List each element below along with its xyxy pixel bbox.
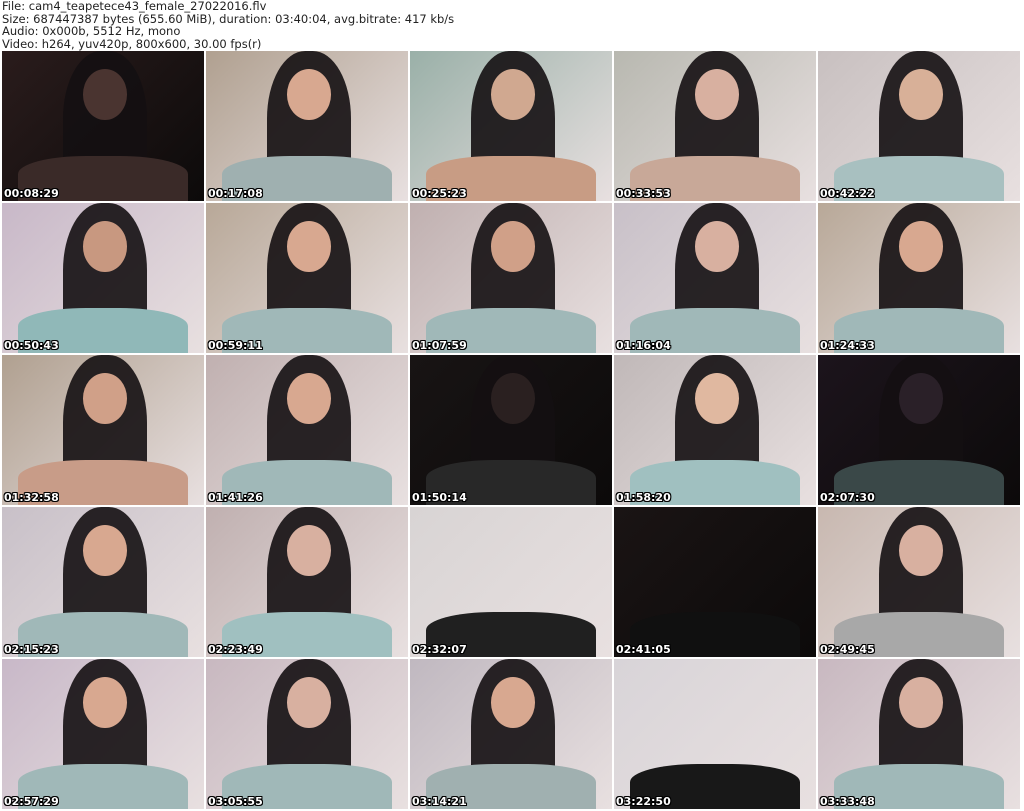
timestamp: 03:22:50 — [616, 795, 671, 808]
frame-face — [286, 373, 332, 424]
frame-face — [694, 69, 740, 120]
frame-face — [82, 525, 128, 576]
video-thumbnail: 03:14:21 — [410, 659, 612, 809]
timestamp: 02:32:07 — [412, 643, 467, 656]
frame-face — [286, 525, 332, 576]
frame-face — [694, 373, 740, 424]
video-thumbnail: 00:59:11 — [206, 203, 408, 353]
frame-face — [82, 69, 128, 120]
frame-face — [898, 69, 944, 120]
frame-face — [490, 677, 536, 728]
timestamp: 02:57:29 — [4, 795, 59, 808]
video-thumbnail: 01:07:59 — [410, 203, 612, 353]
video-thumbnail: 01:32:58 — [2, 355, 204, 505]
video-thumbnail: 03:05:55 — [206, 659, 408, 809]
video-thumbnail: 02:57:29 — [2, 659, 204, 809]
timestamp: 00:59:11 — [208, 339, 263, 352]
file-name: File: cam4_teapetece43_female_27022016.f… — [2, 0, 267, 13]
timestamp: 00:25:23 — [412, 187, 467, 200]
video-thumbnail: 03:22:50 — [614, 659, 816, 809]
frame-face — [898, 677, 944, 728]
timestamp: 02:07:30 — [820, 491, 875, 504]
frame-face — [898, 525, 944, 576]
frame-face — [82, 221, 128, 272]
video-thumbnail: 01:58:20 — [614, 355, 816, 505]
frame-face — [286, 69, 332, 120]
audio-info: Audio: 0x000b, 5512 Hz, mono — [2, 24, 181, 38]
video-thumbnail: 00:08:29 — [2, 51, 204, 201]
timestamp: 01:24:33 — [820, 339, 875, 352]
video-thumbnail: 01:24:33 — [818, 203, 1020, 353]
video-thumbnail: 02:41:05 — [614, 507, 816, 657]
frame-face — [82, 677, 128, 728]
video-thumbnail: 03:33:48 — [818, 659, 1020, 809]
video-info: Video: h264, yuv420p, 800x600, 30.00 fps… — [2, 36, 262, 51]
frame-face — [490, 69, 536, 120]
video-thumbnail: 00:42:22 — [818, 51, 1020, 201]
timestamp: 01:16:04 — [616, 339, 671, 352]
video-thumbnail: 01:50:14 — [410, 355, 612, 505]
video-thumbnail: 00:33:53 — [614, 51, 816, 201]
file-info: File: cam4_teapetece43_female_27022016.f… — [2, 0, 454, 50]
video-thumbnail: 02:23:49 — [206, 507, 408, 657]
frame-face — [694, 221, 740, 272]
frame-face — [490, 373, 536, 424]
timestamp: 01:07:59 — [412, 339, 467, 352]
timestamp: 01:58:20 — [616, 491, 671, 504]
thumbnail-grid: 00:08:29 00:17:08 00:25:23 00:33:53 00:42:22… — [2, 51, 1020, 809]
timestamp: 03:14:21 — [412, 795, 467, 808]
video-thumbnail: 00:25:23 — [410, 51, 612, 201]
timestamp: 01:41:26 — [208, 491, 263, 504]
timestamp: 00:50:43 — [4, 339, 59, 352]
timestamp: 02:41:05 — [616, 643, 671, 656]
timestamp: 00:17:08 — [208, 187, 263, 200]
video-thumbnail: 02:15:23 — [2, 507, 204, 657]
video-thumbnail: 01:16:04 — [614, 203, 816, 353]
video-thumbnail: 02:49:45 — [818, 507, 1020, 657]
timestamp: 01:32:58 — [4, 491, 59, 504]
frame-face — [286, 677, 332, 728]
frame-face — [286, 221, 332, 272]
timestamp: 02:49:45 — [820, 643, 875, 656]
timestamp: 03:05:55 — [208, 795, 263, 808]
video-thumbnail: 01:41:26 — [206, 355, 408, 505]
video-thumbnail: 02:07:30 — [818, 355, 1020, 505]
video-thumbnail: 02:32:07 — [410, 507, 612, 657]
video-thumbnail: 00:17:08 — [206, 51, 408, 201]
frame-face — [82, 373, 128, 424]
timestamp: 00:33:53 — [616, 187, 671, 200]
frame-face — [898, 221, 944, 272]
timestamp: 00:08:29 — [4, 187, 59, 200]
timestamp: 00:42:22 — [820, 187, 875, 200]
frame-face — [898, 373, 944, 424]
timestamp: 03:33:48 — [820, 795, 875, 808]
timestamp: 02:23:49 — [208, 643, 263, 656]
timestamp: 01:50:14 — [412, 491, 467, 504]
frame-face — [490, 221, 536, 272]
timestamp: 02:15:23 — [4, 643, 59, 656]
video-thumbnail: 00:50:43 — [2, 203, 204, 353]
